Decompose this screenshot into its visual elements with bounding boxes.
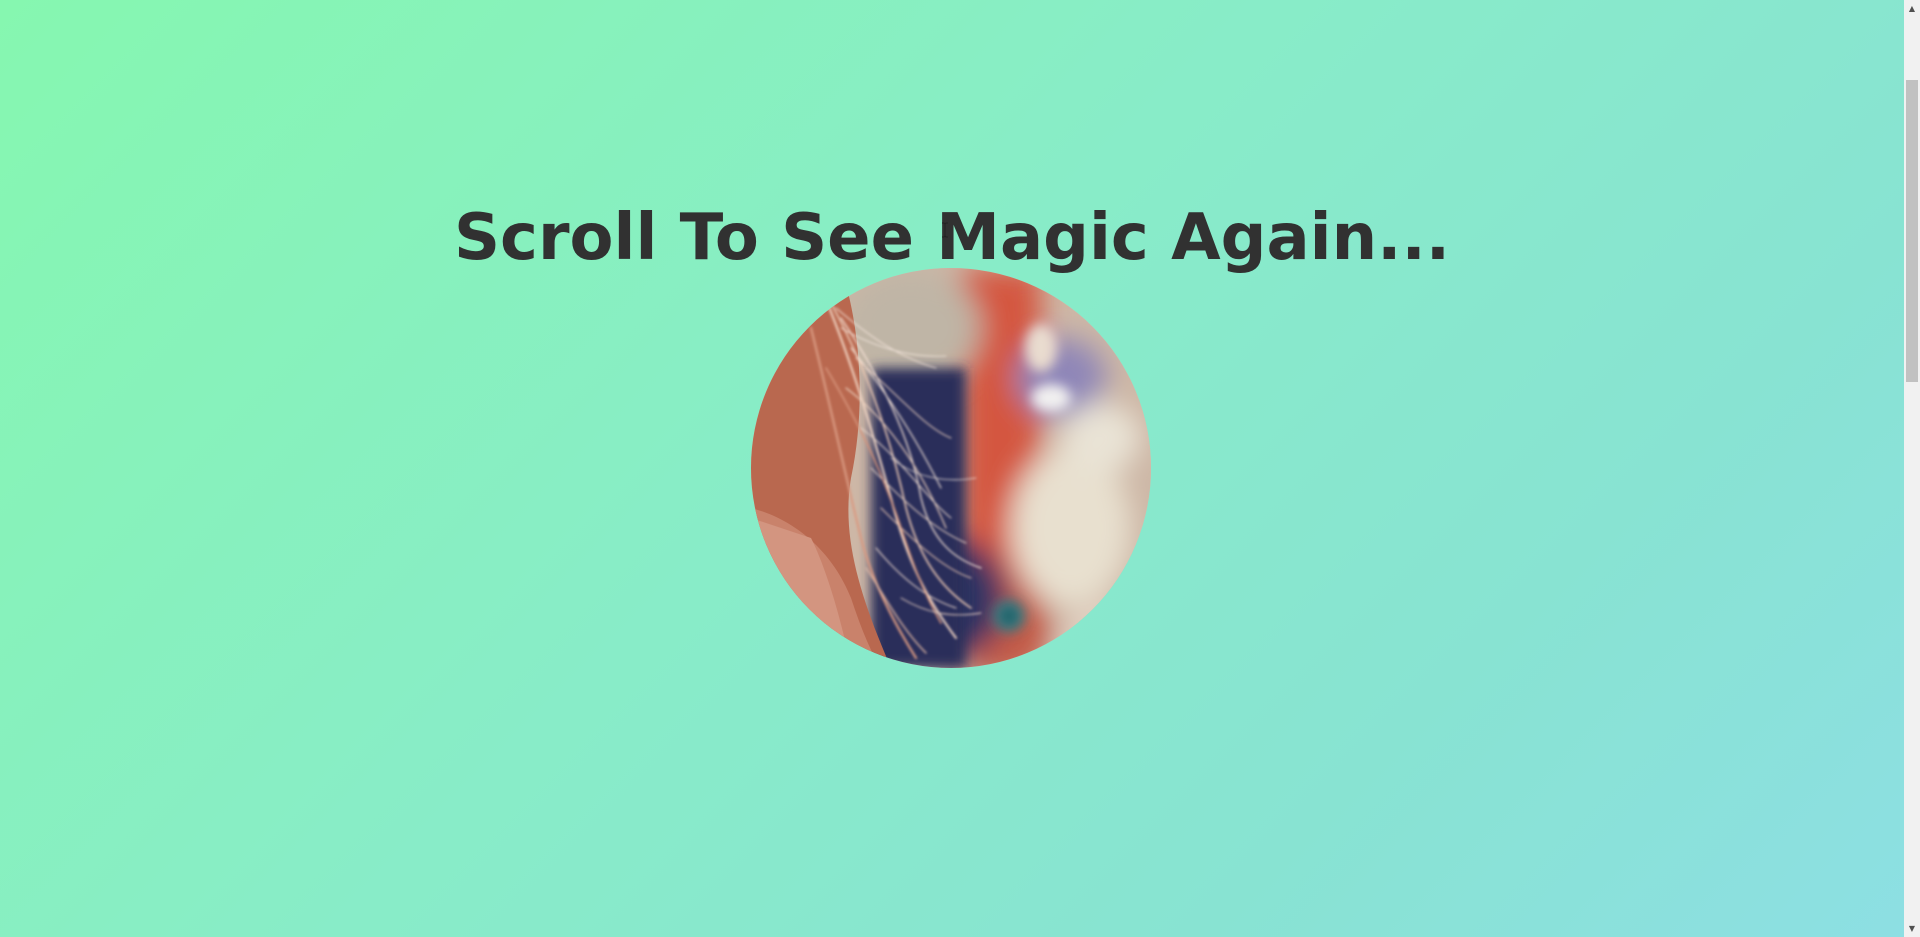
hair-closeup-photo-icon xyxy=(751,268,1151,668)
page-background: Scroll To See Magic Again... xyxy=(0,0,1904,937)
vertical-scrollbar[interactable]: ▲ ▼ xyxy=(1904,0,1920,937)
triangle-down-icon[interactable]: ▼ xyxy=(1904,920,1920,937)
text-cursor-icon xyxy=(942,222,948,238)
scrollbar-thumb[interactable] xyxy=(1906,80,1918,382)
triangle-up-icon[interactable]: ▲ xyxy=(1904,0,1920,17)
circular-photo xyxy=(751,268,1151,668)
